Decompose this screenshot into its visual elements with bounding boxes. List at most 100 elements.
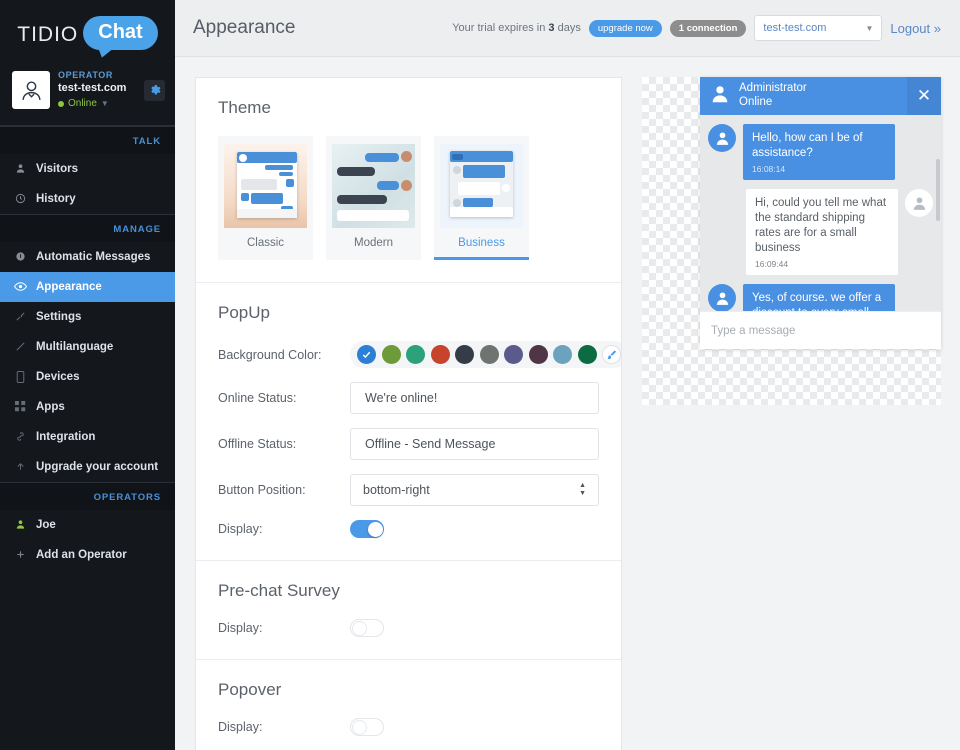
chat-input-placeholder: Type a message: [711, 324, 796, 337]
content-area: Theme Classic Modern Business PopUp Back…: [175, 57, 960, 750]
online-status-label: Online Status:: [218, 391, 297, 405]
sidebar-item-apps[interactable]: Apps: [0, 392, 175, 422]
sidebar-item-integration[interactable]: Integration: [0, 422, 175, 452]
sidebar-item-multilanguage[interactable]: Multilanguage: [0, 332, 175, 362]
grid-icon: [14, 401, 27, 412]
chat-preview-header: Administrator Online ✕: [700, 77, 941, 115]
sidebar-item-visitors[interactable]: Visitors: [0, 154, 175, 184]
popup-display-toggle[interactable]: [350, 520, 384, 538]
sidebar-item-upgrade-your-account[interactable]: Upgrade your account: [0, 452, 175, 482]
popup-display-label: Display:: [218, 522, 263, 536]
sidebar: TIDIO Chat OPERATOR test-test.com Online…: [0, 0, 175, 750]
operator-panel: OPERATOR test-test.com Online ▼: [0, 62, 175, 126]
color-swatch[interactable]: [553, 345, 572, 364]
popover-display-toggle[interactable]: [350, 718, 384, 736]
color-swatch[interactable]: [455, 345, 474, 364]
trial-days: 3: [548, 22, 555, 34]
sidebar-item-add-an-operator[interactable]: Add an Operator: [0, 540, 175, 570]
gear-icon[interactable]: [144, 79, 165, 101]
pencil-icon: [14, 341, 27, 352]
sidebar-item-label: Visitors: [36, 162, 78, 175]
trial-prefix: Your trial expires in: [452, 22, 546, 34]
visitor-avatar-icon: [905, 189, 933, 218]
sidebar-item-label: Integration: [36, 430, 96, 443]
sidebar-item-label: History: [36, 192, 76, 205]
message-time: 16:09:44: [755, 259, 789, 270]
prechat-display-label: Display:: [218, 621, 263, 635]
chat-header-name: Administrator: [739, 82, 807, 95]
operator-domain: test-test.com: [58, 82, 127, 95]
sidebar-item-label: Joe: [36, 518, 56, 531]
close-icon[interactable]: ✕: [907, 77, 941, 115]
color-swatch[interactable]: [479, 345, 499, 364]
theme-list: Classic Modern Business: [218, 136, 599, 260]
toggle-knob: [352, 620, 367, 636]
logout-link[interactable]: Logout »: [890, 21, 941, 36]
trial-notice: Your trial expires in 3 days: [452, 22, 581, 34]
message-bubble: Hello, how can I be of assistance? 16:08…: [743, 124, 895, 181]
brush-icon[interactable]: [602, 345, 621, 364]
clock-icon: [14, 193, 27, 204]
section-heading: Pre-chat Survey: [218, 581, 340, 600]
upgrade-now-button[interactable]: upgrade now: [588, 19, 662, 37]
chat-message-operator: Yes, of course. we offer a discount to e…: [708, 284, 933, 311]
domain-select[interactable]: test-test.com ▼: [754, 15, 883, 41]
popup-display-row: Display:: [218, 520, 599, 538]
theme-option-modern[interactable]: Modern: [326, 136, 421, 260]
color-swatch[interactable]: [430, 345, 450, 364]
sidebar-item-label: Appearance: [36, 280, 102, 293]
theme-option-business[interactable]: Business: [434, 136, 529, 260]
prechat-display-toggle[interactable]: [350, 619, 384, 637]
section-heading: Theme: [218, 98, 271, 117]
brand-logo[interactable]: TIDIO Chat: [0, 0, 175, 62]
popover-display-label: Display:: [218, 720, 263, 734]
wrench-icon: [14, 311, 27, 322]
color-swatch[interactable]: [381, 345, 401, 364]
offline-status-row: Offline Status:: [218, 428, 599, 460]
sidebar-item-history[interactable]: History: [0, 184, 175, 214]
theme-thumbnail: [440, 144, 523, 228]
sidebar-item-settings[interactable]: Settings: [0, 302, 175, 332]
operator-status[interactable]: Online ▼: [58, 98, 136, 111]
color-swatch[interactable]: [406, 345, 425, 364]
brand-name-secondary: Chat: [98, 21, 143, 43]
message-bubble: Yes, of course. we offer a discount to e…: [743, 284, 895, 311]
mobile-icon: [14, 370, 27, 383]
color-swatch[interactable]: [528, 345, 548, 364]
plus-icon: [14, 549, 27, 560]
appearance-settings-card: Theme Classic Modern Business PopUp Back…: [195, 77, 622, 750]
prechat-display-row: Display:: [218, 619, 599, 637]
theme-option-classic[interactable]: Classic: [218, 136, 313, 260]
scrollbar[interactable]: [936, 159, 940, 221]
offline-status-input[interactable]: [350, 428, 599, 460]
sidebar-item-label: Add an Operator: [36, 548, 127, 561]
sidebar-item-appearance[interactable]: Appearance: [0, 271, 175, 302]
page-title: Appearance: [193, 17, 296, 38]
section-heading: Popover: [218, 680, 282, 699]
eye-icon: [14, 281, 27, 292]
background-color-row: Background Color:: [218, 341, 621, 368]
sidebar-item-label: Devices: [36, 370, 80, 383]
sidebar-item-label: Apps: [36, 400, 65, 413]
theme-name: Modern: [354, 237, 393, 249]
trial-suffix: days: [557, 22, 581, 34]
sidebar-item-joe[interactable]: Joe: [0, 510, 175, 540]
brand-bubble: Chat: [83, 16, 158, 50]
chat-message-input[interactable]: Type a message: [700, 311, 941, 349]
online-status-input[interactable]: [350, 382, 599, 414]
header-right-controls: Your trial expires in 3 days upgrade now…: [452, 15, 941, 41]
sidebar-item-label: Multilanguage: [36, 340, 114, 353]
chevron-down-icon: ▼: [865, 23, 874, 33]
message-bubble: Hi, could you tell me what the standard …: [746, 189, 898, 276]
chat-message-visitor: Hi, could you tell me what the standard …: [708, 189, 933, 276]
toggle-knob: [367, 521, 383, 537]
color-swatch[interactable]: [504, 345, 523, 364]
toggle-knob: [352, 719, 367, 735]
sidebar-item-devices[interactable]: Devices: [0, 362, 175, 392]
offline-status-label: Offline Status:: [218, 437, 297, 451]
button-position-select[interactable]: bottom-right ▲ ▼: [350, 474, 599, 506]
color-swatch[interactable]: [577, 345, 597, 364]
color-swatch-selected[interactable]: [357, 345, 376, 364]
sidebar-item-automatic-messages[interactable]: Automatic Messages: [0, 242, 175, 272]
top-header-bar: Appearance Your trial expires in 3 days …: [175, 0, 960, 57]
